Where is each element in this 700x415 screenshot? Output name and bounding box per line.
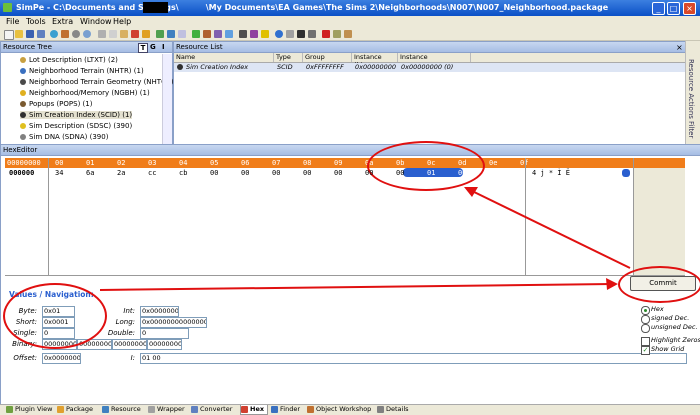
package-tab-icon bbox=[57, 406, 64, 413]
hex-tab-icon bbox=[241, 406, 248, 413]
plugin-icon bbox=[6, 406, 13, 413]
arrowhead-commit bbox=[606, 278, 618, 290]
details-tab-icon bbox=[377, 406, 384, 413]
wrapper-tab-icon bbox=[148, 406, 155, 413]
resource-tab-icon bbox=[102, 406, 109, 413]
finder-tab-icon bbox=[271, 406, 278, 413]
workshop-tab-icon bbox=[307, 406, 314, 413]
tab-hex[interactable]: Hex bbox=[240, 405, 269, 415]
arrow-to-commit bbox=[99, 283, 613, 291]
converter-tab-icon bbox=[191, 406, 198, 413]
arrow-to-hex bbox=[469, 189, 631, 269]
annotation-arrows bbox=[99, 187, 631, 291]
